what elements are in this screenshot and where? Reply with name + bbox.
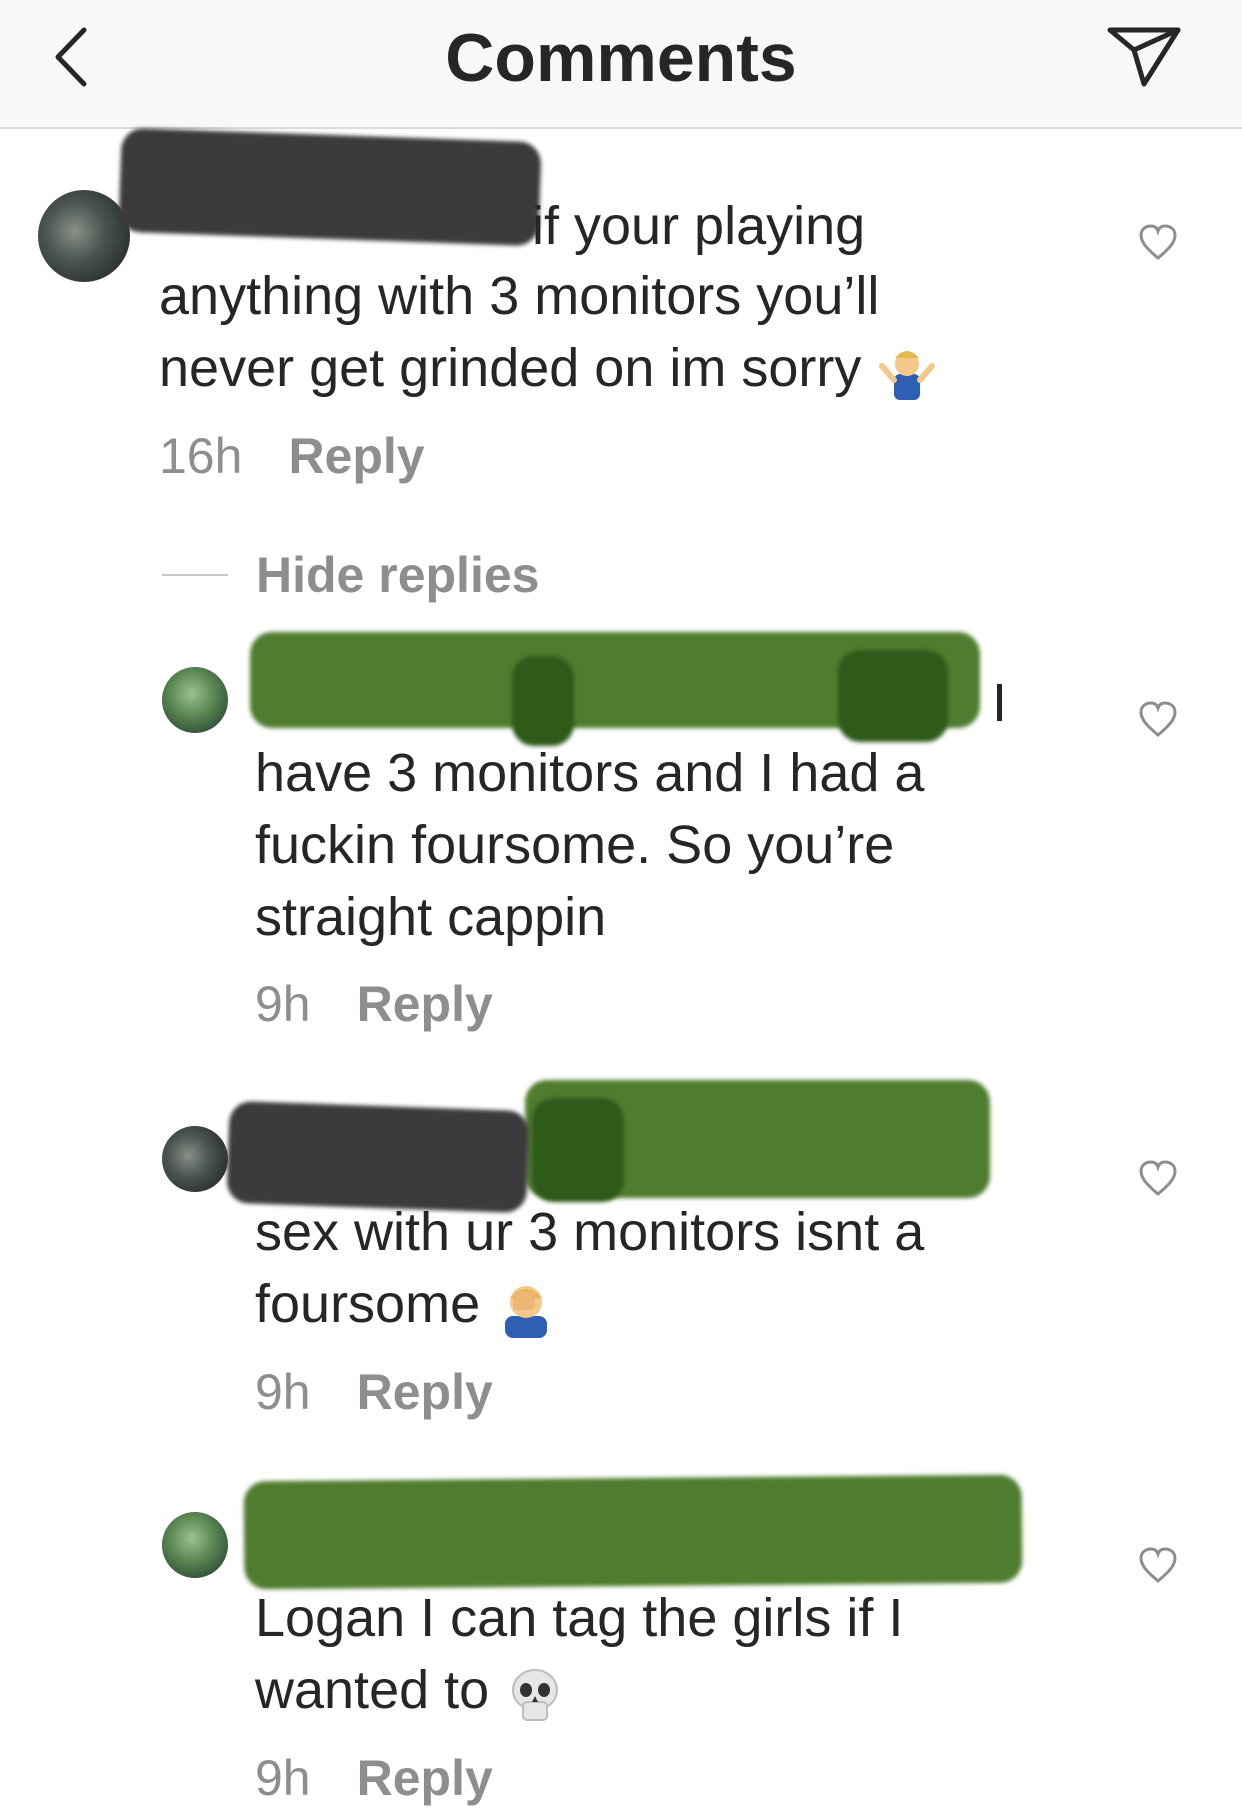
comment-text: never get grinded on im sorry (159, 332, 938, 404)
comment-text: sex with ur 3 monitors isnt a (255, 1196, 924, 1268)
comment-line: wanted to (255, 1660, 490, 1720)
timestamp: 16h (159, 428, 243, 484)
reply-button[interactable]: Reply (288, 428, 424, 484)
avatar[interactable] (162, 667, 228, 733)
comment-line: if your playing (532, 196, 866, 256)
timestamp: 9h (255, 1364, 311, 1420)
comment-text: Logan I can tag the girls if I (255, 1582, 903, 1654)
hide-replies-button[interactable]: Hide replies (256, 545, 539, 605)
comment-text: have 3 monitors and I had a (255, 737, 924, 809)
comment-line: have 3 monitors and I had a (255, 743, 925, 803)
comment-text: straight cappin (255, 881, 606, 953)
heart-icon[interactable] (1138, 224, 1178, 262)
paper-plane-icon[interactable] (1104, 22, 1184, 92)
comment-line: never get grinded on im sorry (159, 338, 862, 398)
redaction-mark (512, 656, 574, 746)
comment-line: straight cappin (255, 887, 607, 947)
heart-icon[interactable] (1138, 1160, 1178, 1198)
comment-line: fuckin foursome. So you’re (255, 815, 895, 875)
timestamp: 9h (255, 976, 311, 1032)
redaction-mark (118, 127, 542, 247)
comment-line: Logan I can tag the girls if I (255, 1588, 904, 1648)
comment-line: foursome (255, 1274, 481, 1334)
top-bar: Comments (0, 0, 1242, 129)
comment-line: anything with 3 monitors you’ll (159, 266, 880, 326)
comment-meta: 9h Reply (255, 1748, 493, 1808)
comment-text: anything with 3 monitors you’ll (159, 260, 879, 332)
divider-line (162, 574, 228, 576)
redaction-mark (838, 650, 948, 742)
avatar[interactable] (38, 190, 130, 282)
comment-text: foursome (255, 1268, 557, 1340)
comment-text: if your playing (532, 190, 865, 262)
person-shrugging-emoji (879, 350, 936, 400)
avatar[interactable] (162, 1512, 228, 1578)
page-title: Comments (445, 20, 797, 96)
redaction-mark (243, 1474, 1023, 1590)
comment-line: sex with ur 3 monitors isnt a (255, 1202, 925, 1262)
heart-icon[interactable] (1138, 701, 1178, 739)
comment-meta: 16h Reply (159, 426, 425, 486)
comment-line: I (992, 673, 1008, 733)
avatar[interactable] (162, 1126, 228, 1192)
redaction-mark (532, 1098, 624, 1202)
comment-text: wanted to (255, 1654, 566, 1726)
reply-button[interactable]: Reply (357, 976, 493, 1032)
comment-text: I (992, 667, 1007, 739)
comment-meta: 9h Reply (255, 974, 493, 1034)
heart-icon[interactable] (1138, 1547, 1178, 1585)
reply-button[interactable]: Reply (357, 1364, 493, 1420)
skull-emoji (512, 1668, 559, 1721)
face-palm-emoji (505, 1285, 548, 1338)
comment-meta: 9h Reply (255, 1362, 493, 1422)
comment-text: fuckin foursome. So you’re (255, 809, 894, 881)
